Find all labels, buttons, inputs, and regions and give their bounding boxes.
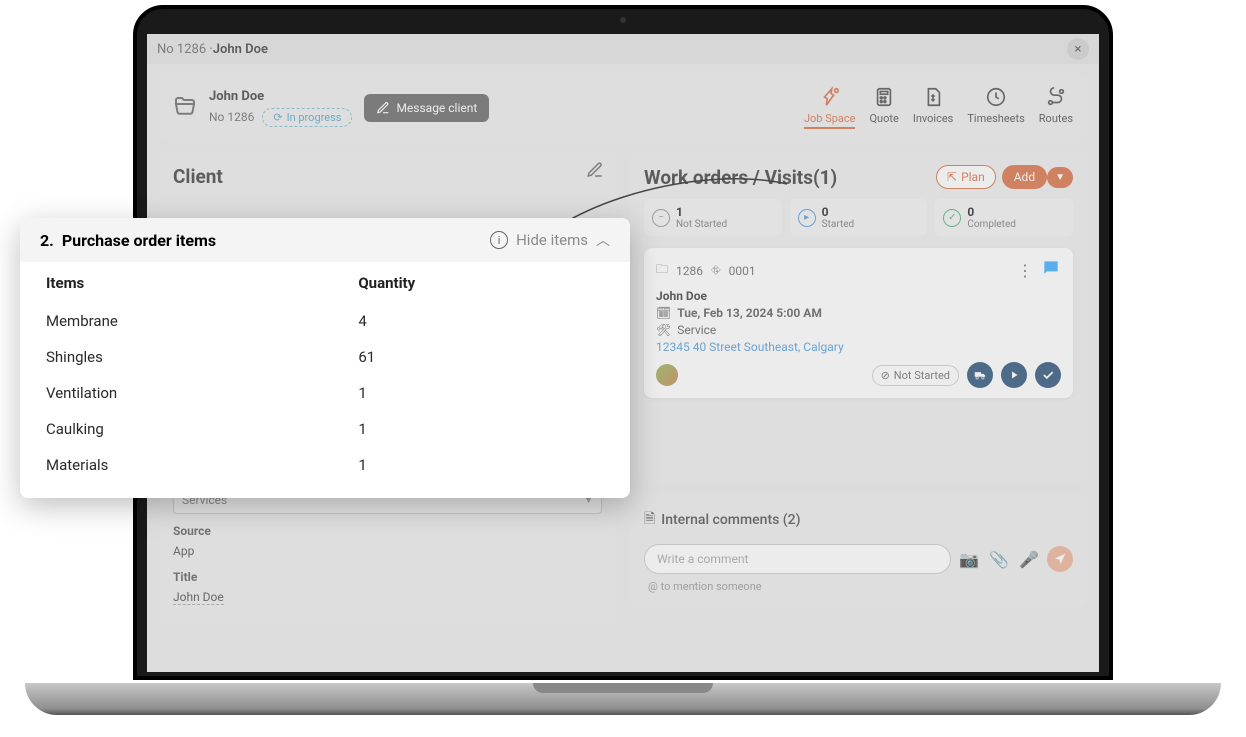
nav-timesheets[interactable]: Timesheets bbox=[967, 86, 1024, 129]
edit-icon[interactable] bbox=[586, 161, 604, 183]
check-button[interactable] bbox=[1035, 362, 1061, 388]
status-row: − 1Not Started ▸ 0Started ✓ 0Completed bbox=[644, 199, 1073, 236]
add-button[interactable]: Add bbox=[1002, 165, 1047, 189]
paperclip-icon[interactable]: 📎 bbox=[989, 550, 1009, 569]
work-orders-card: Work orders / Visits(1) ⇱Plan Add ▼ − 1N… bbox=[630, 151, 1087, 482]
titlebar: No 1286 · John Doe × bbox=[147, 34, 1099, 64]
status-pill: ⟳In progress bbox=[262, 108, 352, 127]
item-name: Materials bbox=[46, 448, 356, 482]
source-value: App bbox=[173, 542, 602, 560]
item-qty: 1 bbox=[358, 448, 604, 482]
title-label: Title bbox=[173, 570, 602, 584]
microphone-icon[interactable]: 🎤 bbox=[1019, 550, 1039, 569]
chat-icon[interactable] bbox=[1041, 258, 1061, 283]
work-orders-title: Work orders / Visits(1) bbox=[644, 166, 930, 189]
kebab-icon[interactable]: ⋮ bbox=[1017, 261, 1033, 280]
work-order-item[interactable]: 🗀1286 ⛗0001 ⋮ John Doe 🗓Tue, Feb 13, 202… bbox=[644, 248, 1073, 398]
col-qty: Quantity bbox=[358, 264, 604, 302]
nav-quote[interactable]: Quote bbox=[869, 86, 898, 129]
minus-circle-icon: − bbox=[652, 209, 670, 227]
top-nav: Job Space Quote Invoices Timesheets bbox=[804, 86, 1073, 129]
play-button[interactable] bbox=[1001, 362, 1027, 388]
table-row: Membrane4 bbox=[46, 304, 604, 338]
item-qty: 4 bbox=[358, 304, 604, 338]
laptop-base bbox=[25, 683, 1221, 715]
titlebar-prefix: No 1286 · bbox=[157, 42, 213, 57]
send-button[interactable] bbox=[1047, 546, 1073, 572]
item-name: Caulking bbox=[46, 412, 356, 446]
route-icon: ⛗ bbox=[711, 263, 721, 278]
popover-step: 2. bbox=[40, 231, 54, 250]
purchase-order-popover: 2. Purchase order items i Hide items ︿ I… bbox=[20, 218, 630, 498]
hide-items-button[interactable]: Hide items ︿ bbox=[516, 230, 610, 250]
calendar-icon: 🗓 bbox=[656, 306, 671, 320]
status-not-started[interactable]: − 1Not Started bbox=[644, 199, 782, 236]
info-icon[interactable]: i bbox=[490, 231, 508, 249]
item-qty: 1 bbox=[358, 376, 604, 410]
avatar[interactable] bbox=[656, 364, 678, 386]
nav-invoices[interactable]: Invoices bbox=[913, 86, 954, 129]
titlebar-name: John Doe bbox=[213, 42, 268, 57]
item-name: Shingles bbox=[46, 340, 356, 374]
client-info: John Doe No 1286 ⟳In progress bbox=[209, 89, 352, 127]
nav-routes[interactable]: Routes bbox=[1039, 86, 1073, 129]
table-row: Caulking1 bbox=[46, 412, 604, 446]
external-link-icon: ⇱ bbox=[947, 170, 957, 184]
client-number: No 1286 bbox=[209, 110, 254, 124]
table-row: Materials1 bbox=[46, 448, 604, 482]
camera-dot bbox=[620, 17, 626, 23]
close-icon[interactable]: × bbox=[1067, 38, 1089, 60]
plan-button[interactable]: ⇱Plan bbox=[936, 165, 996, 189]
tools-icon: 🛠 bbox=[656, 323, 671, 337]
truck-button[interactable] bbox=[967, 362, 993, 388]
chevron-up-icon: ︿ bbox=[596, 230, 610, 250]
col-items: Items bbox=[46, 264, 356, 302]
comment-input[interactable]: Write a comment bbox=[644, 544, 951, 574]
note-icon: 🗎 bbox=[644, 508, 655, 532]
source-label: Source bbox=[173, 524, 602, 538]
item-qty: 61 bbox=[358, 340, 604, 374]
item-name: Ventilation bbox=[46, 376, 356, 410]
status-started[interactable]: ▸ 0Started bbox=[790, 199, 928, 236]
header-card: John Doe No 1286 ⟳In progress Message cl… bbox=[159, 76, 1087, 139]
comments-title: 🗎Internal comments (2) bbox=[644, 508, 1073, 532]
status-completed[interactable]: ✓ 0Completed bbox=[935, 199, 1073, 236]
wo-address-link[interactable]: 12345 40 Street Southeast, Calgary bbox=[656, 340, 1061, 354]
client-name: John Doe bbox=[209, 89, 352, 104]
not-started-badge: ⊘Not Started bbox=[872, 365, 959, 386]
item-qty: 1 bbox=[358, 412, 604, 446]
nav-jobspace[interactable]: Job Space bbox=[804, 86, 856, 129]
wo-client-name: John Doe bbox=[656, 289, 1061, 303]
folder-icon: 🗀 bbox=[656, 260, 668, 281]
table-row: Shingles61 bbox=[46, 340, 604, 374]
item-name: Membrane bbox=[46, 304, 356, 338]
table-row: Ventilation1 bbox=[46, 376, 604, 410]
folder-icon bbox=[173, 94, 197, 122]
comments-card: 🗎Internal comments (2) Write a comment 📷… bbox=[630, 494, 1087, 607]
camera-icon[interactable]: 📷 bbox=[959, 550, 979, 569]
add-dropdown[interactable]: ▼ bbox=[1047, 167, 1073, 188]
title-value[interactable]: John Doe bbox=[173, 590, 224, 605]
popover-title: Purchase order items bbox=[62, 231, 482, 250]
purchase-order-table: Items Quantity Membrane4Shingles61Ventil… bbox=[20, 262, 630, 484]
check-circle-icon: ✓ bbox=[943, 209, 961, 227]
play-circle-icon: ▸ bbox=[798, 209, 816, 227]
laptop-notch bbox=[533, 683, 713, 693]
message-client-button[interactable]: Message client bbox=[364, 94, 489, 122]
mention-hint: @ to mention someone bbox=[648, 580, 1073, 593]
client-card-title: Client bbox=[173, 165, 602, 188]
